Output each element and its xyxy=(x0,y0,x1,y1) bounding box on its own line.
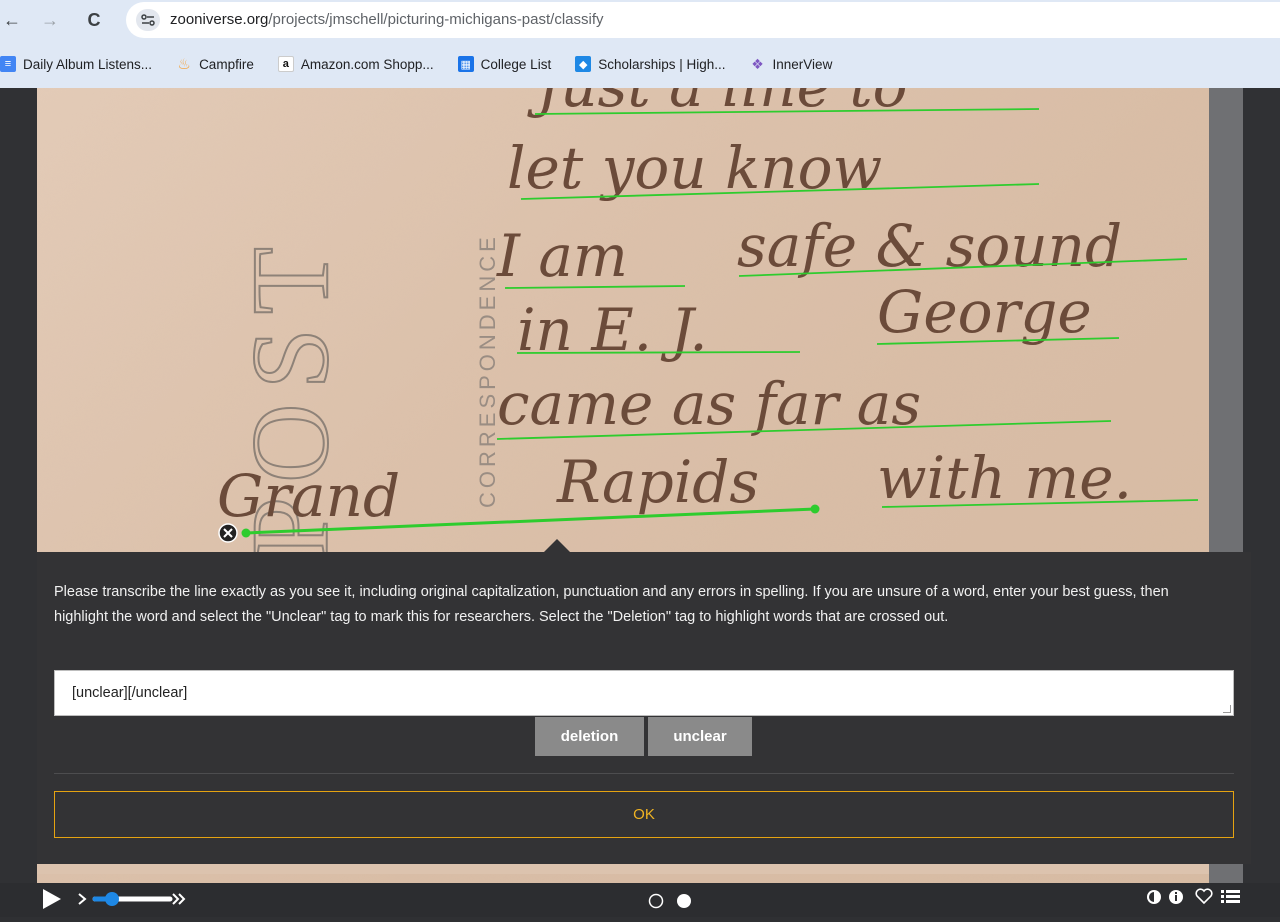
bookmark-scholarships[interactable]: ◆ Scholarships | High... xyxy=(575,56,726,72)
handwriting-line-2: let you know xyxy=(507,134,882,202)
frame-2-dot[interactable] xyxy=(677,894,691,908)
table-icon: ▦ xyxy=(457,56,474,72)
invert-icon[interactable] xyxy=(1147,890,1161,904)
url-text[interactable]: zooniverse.org/projects/jmschell/picturi… xyxy=(170,11,604,28)
bookmark-label: Amazon.com Shopp... xyxy=(300,56,434,72)
handwriting-line-6: Grand xyxy=(217,462,400,530)
mark-line[interactable] xyxy=(516,351,801,354)
transcription-input[interactable]: [unclear][/unclear] xyxy=(54,670,1234,716)
bookmark-label: Campfire xyxy=(199,56,254,72)
bookmark-label: College List xyxy=(480,56,552,72)
transcription-popup: Please transcribe the line exactly as yo… xyxy=(37,539,1251,864)
bookmark-campfire[interactable]: ♨ Campfire xyxy=(176,56,254,73)
transcription-instructions: Please transcribe the line exactly as yo… xyxy=(54,584,1169,625)
popup-divider xyxy=(54,773,1234,774)
url-path: /projects/jmschell/picturing-michigans-p… xyxy=(268,11,604,28)
collections-list-icon[interactable] xyxy=(1221,890,1240,903)
url-domain: zooniverse.org xyxy=(170,11,269,28)
diamond-icon: ◆ xyxy=(575,56,592,72)
active-mark-start[interactable] xyxy=(241,528,251,538)
address-bar[interactable]: zooniverse.org/projects/jmschell/picturi… xyxy=(126,2,1280,38)
resize-grip-icon[interactable] xyxy=(1223,705,1231,713)
back-icon[interactable]: ← xyxy=(0,8,24,32)
reload-icon[interactable]: C xyxy=(82,8,106,32)
forward-icon[interactable]: → xyxy=(38,8,62,32)
bookmark-amazon[interactable]: a Amazon.com Shopp... xyxy=(277,56,434,72)
active-mark-end[interactable] xyxy=(810,504,820,514)
handwriting-line-1: Just a line to xyxy=(527,88,908,120)
flame-icon: ♨ xyxy=(177,56,191,73)
bookmark-daily-album[interactable]: ≡ Daily Album Listens... xyxy=(0,56,152,72)
amazon-icon: a xyxy=(277,56,294,72)
bookmark-innerview[interactable]: ❖ InnerView xyxy=(750,55,833,72)
innerview-icon: ❖ xyxy=(751,55,764,72)
subject-controls xyxy=(0,883,1280,917)
handwriting-line-6b: Rapids xyxy=(556,448,759,516)
bookmarks-bar: ≡ Daily Album Listens... ♨ Campfire a Am… xyxy=(0,40,1280,88)
bookmark-label: InnerView xyxy=(772,56,833,72)
frame-1-dot[interactable] xyxy=(648,893,664,909)
handwriting-line-3b: safe & sound xyxy=(737,212,1122,280)
slower-chevron-icon[interactable] xyxy=(78,893,87,905)
doc-icon: ≡ xyxy=(0,56,16,72)
bookmark-label: Scholarships | High... xyxy=(598,56,726,72)
unclear-button[interactable]: unclear xyxy=(648,717,752,756)
handwriting-line-4b: George xyxy=(877,278,1092,346)
bookmark-college-list[interactable]: ▦ College List xyxy=(457,56,552,72)
faster-chevron-icon[interactable] xyxy=(178,893,186,905)
ok-button[interactable]: OK xyxy=(54,791,1234,838)
faster-chevron-icon[interactable] xyxy=(172,893,180,905)
info-icon[interactable] xyxy=(1169,890,1183,904)
site-settings-icon[interactable] xyxy=(136,9,160,31)
popup-pointer xyxy=(544,539,570,552)
classify-area: POST CORRESPONDENCE Just a line to let y… xyxy=(0,88,1280,917)
handwriting-line-3: I am xyxy=(496,222,628,290)
deletion-button[interactable]: deletion xyxy=(535,717,644,756)
handwriting-line-4: in E. J. xyxy=(517,296,708,364)
play-icon[interactable] xyxy=(43,889,61,909)
delete-mark-icon[interactable] xyxy=(218,523,238,543)
speed-slider-thumb[interactable] xyxy=(105,892,119,906)
browser-toolbar: ← → C zooniverse.org/projects/jmschell/p… xyxy=(0,0,1280,40)
favorite-heart-icon[interactable] xyxy=(1195,888,1213,905)
bookmark-label: Daily Album Listens... xyxy=(23,56,153,72)
